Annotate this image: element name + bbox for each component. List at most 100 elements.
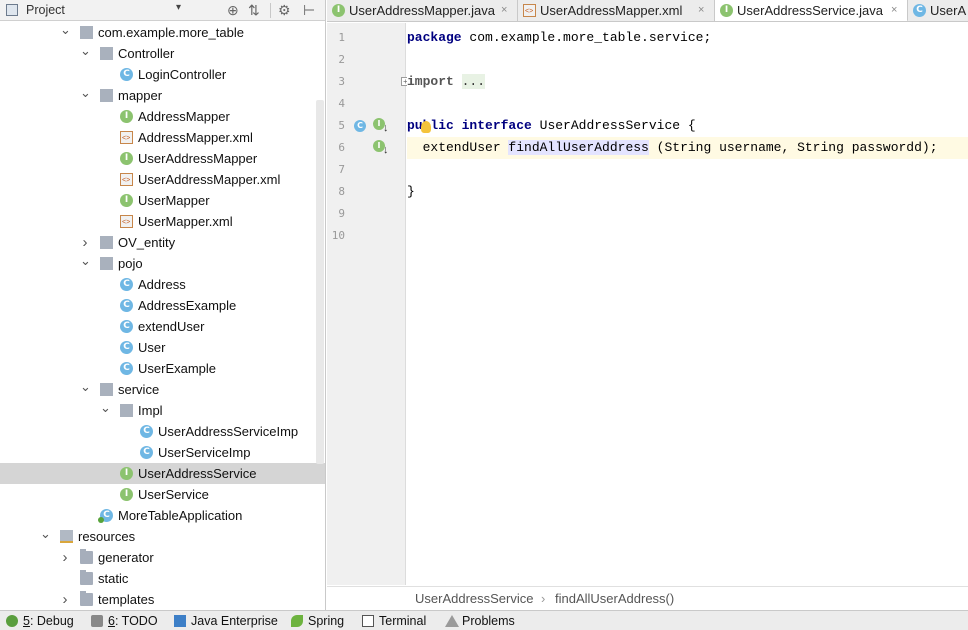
tree-item[interactable]: static — [0, 568, 325, 589]
breadcrumb-item-method[interactable]: findAllUserAddress() — [555, 587, 674, 610]
tree-item-label: resources — [78, 529, 136, 544]
package-folder-icon — [80, 26, 93, 39]
tree-item[interactable]: I AddressMapper — [0, 106, 325, 127]
tree-item[interactable]: I UserMapper — [0, 190, 325, 211]
resources-folder-icon — [60, 530, 73, 543]
locate-file-icon[interactable]: ⊕ — [227, 1, 239, 19]
tree-item-label: LoginController — [138, 67, 227, 82]
code-editor[interactable]: package com.example.more_table.service; … — [407, 23, 968, 585]
tree-item-label: templates — [98, 592, 155, 607]
tree-item-label: mapper — [118, 88, 163, 103]
close-tab-icon[interactable]: × — [501, 0, 507, 21]
tool-todo-label: 6: TODO — [108, 611, 158, 630]
breadcrumb: UserAddressService › findAllUserAddress(… — [327, 586, 968, 610]
tab-useraddressmapper-xml[interactable]: UserAddressMapper.xml × — [518, 0, 715, 21]
package-folder-icon — [100, 236, 113, 249]
tree-item-label: service — [118, 382, 160, 397]
tree-item[interactable]: C UserServiceImp — [0, 442, 325, 463]
go-to-implementation-arrow-icon[interactable]: ↓ — [383, 122, 389, 134]
tree-item[interactable]: C UserAddressServiceImp — [0, 421, 325, 442]
code-line-9[interactable]: } — [407, 181, 968, 203]
expand-arrow-icon[interactable]: › — [60, 589, 70, 610]
tool-problems-label: Problems — [462, 614, 515, 628]
tab-usera-truncated[interactable]: C UserA — [908, 0, 968, 21]
interface-icon: I — [332, 4, 345, 17]
tree-item-label: AddressExample — [138, 298, 237, 313]
spring-boot-application-icon: C — [98, 509, 113, 523]
tree-item-label: UserServiceImp — [158, 445, 251, 460]
collapse-arrow-icon[interactable]: ⌄ — [60, 19, 71, 40]
collapse-arrow-icon[interactable]: ⌄ — [100, 397, 111, 418]
line-number: 10 — [331, 229, 345, 242]
code-line-7[interactable]: extendUser findAllUserAddress (String us… — [407, 137, 968, 159]
problems-icon — [445, 615, 459, 627]
code-line-3[interactable]: import ... — [407, 71, 968, 93]
tree-item[interactable]: › generator — [0, 547, 325, 568]
tree-item[interactable]: › templates — [0, 589, 325, 610]
folder-icon — [80, 549, 93, 564]
tree-item[interactable]: UserAddressMapper.xml — [0, 169, 325, 190]
folded-imports[interactable]: ... — [461, 74, 486, 89]
tree-item[interactable]: C LoginController — [0, 64, 325, 85]
tool-debug-text: : Debug — [29, 614, 74, 628]
package-folder-icon — [100, 89, 113, 102]
tree-item[interactable]: ⌄ Impl — [0, 397, 325, 421]
tab-useraddressmapper-java[interactable]: I UserAddressMapper.java × — [327, 0, 518, 21]
collapse-arrow-icon[interactable]: ⌄ — [80, 376, 91, 397]
collapse-all-icon[interactable]: ⇅ — [248, 1, 260, 19]
close-tab-icon[interactable]: × — [891, 0, 897, 21]
tree-item[interactable]: C UserExample — [0, 358, 325, 379]
tool-todo-mnemonic: 6 — [108, 614, 115, 628]
class-icon: C — [913, 4, 926, 17]
project-panel-header: Project ▾ ⊕ ⇅ ⚙ ⊢ — [0, 0, 325, 21]
tree-item-label: UserAddressService — [138, 466, 257, 481]
go-to-implementation-arrow-icon[interactable]: ↓ — [383, 144, 389, 156]
tab-label: UserAddressService.java — [737, 3, 883, 18]
tree-item[interactable]: › OV_entity — [0, 232, 325, 253]
tab-label: UserAddressMapper.xml — [540, 3, 683, 18]
tree-item[interactable]: I UserService — [0, 484, 325, 505]
tree-item[interactable]: C AddressExample — [0, 295, 325, 316]
line-number: 4 — [338, 97, 345, 110]
tree-item[interactable]: C Address — [0, 274, 325, 295]
spring-bean-icon[interactable]: C — [354, 120, 366, 132]
tree-item[interactable]: ⌄ resources — [0, 523, 325, 547]
intention-bulb-icon[interactable] — [421, 121, 431, 133]
package-name: com.example.more_table.service; — [461, 30, 712, 45]
code-line-6[interactable]: public interface UserAddressService { — [407, 115, 968, 137]
tree-item[interactable]: AddressMapper.xml — [0, 127, 325, 148]
package-folder-icon — [100, 47, 113, 60]
tree-item[interactable]: C User — [0, 337, 325, 358]
tree-item[interactable]: I UserAddressMapper — [0, 148, 325, 169]
expand-arrow-icon[interactable]: › — [60, 547, 70, 568]
tree-item[interactable]: ⌄ com.example.more_table — [0, 19, 325, 43]
project-title[interactable]: Project — [26, 3, 65, 17]
tree-item[interactable]: ⌄ pojo — [0, 250, 325, 274]
interface-icon: I — [120, 152, 133, 165]
terminal-icon — [362, 615, 374, 627]
tree-item[interactable]: ⌄ Controller — [0, 40, 325, 64]
close-tab-icon[interactable]: × — [698, 0, 704, 21]
tree-item[interactable]: I UserAddressService — [0, 463, 325, 484]
tree-item[interactable]: ⌄ mapper — [0, 82, 325, 106]
tree-item[interactable]: UserMapper.xml — [0, 211, 325, 232]
tree-item-label: Impl — [138, 403, 163, 418]
collapse-arrow-icon[interactable]: ⌄ — [80, 40, 91, 61]
collapse-arrow-icon[interactable]: ⌄ — [80, 250, 91, 271]
tree-item[interactable]: CextendUser — [0, 316, 325, 337]
collapse-arrow-icon[interactable]: ⌄ — [80, 82, 91, 103]
folder-icon — [80, 591, 93, 606]
interface-icon: I — [120, 110, 133, 123]
collapse-arrow-icon[interactable]: ⌄ — [40, 523, 51, 544]
settings-gear-icon[interactable]: ⚙ — [278, 1, 291, 19]
breadcrumb-item-interface[interactable]: UserAddressService — [415, 587, 534, 610]
tree-scrollbar[interactable] — [316, 100, 324, 464]
project-view-dropdown-icon[interactable]: ▾ — [176, 2, 181, 13]
hide-panel-icon[interactable]: ⊢ — [303, 1, 315, 19]
tab-useraddressservice-java[interactable]: I UserAddressService.java × — [715, 0, 908, 21]
code-line-1[interactable]: package com.example.more_table.service; — [407, 27, 968, 49]
xml-file-icon — [120, 173, 133, 186]
interface-icon: I — [120, 488, 133, 501]
tree-item[interactable]: ⌄ service — [0, 376, 325, 400]
class-icon: C — [140, 425, 153, 438]
